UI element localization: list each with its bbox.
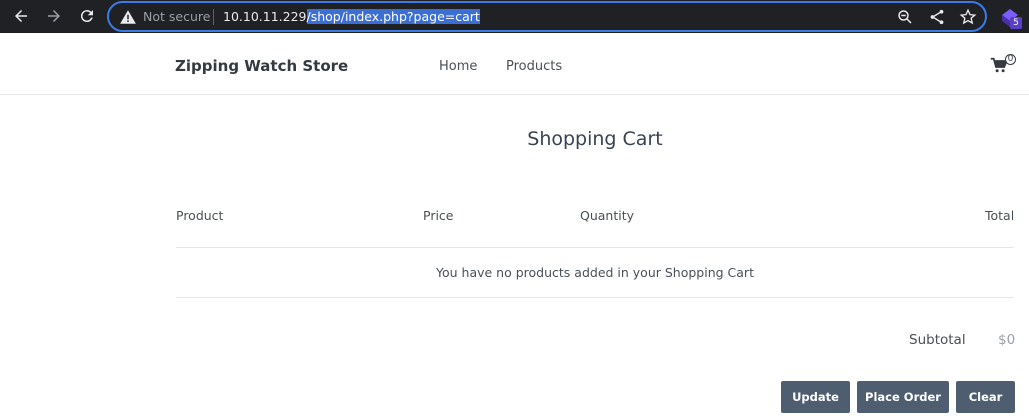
address-separator [213, 9, 214, 25]
forward-button[interactable] [43, 5, 65, 27]
column-header-quantity: Quantity [580, 208, 635, 223]
back-button[interactable] [10, 5, 32, 27]
bookmark-star-icon[interactable] [959, 8, 977, 26]
brand-logo-text[interactable]: Zipping Watch Store [175, 57, 348, 75]
page-title: Shopping Cart [527, 128, 663, 150]
zoom-icon[interactable] [896, 8, 914, 26]
url-path-selected: /shop/index.php?page=cart [306, 9, 480, 24]
address-bar[interactable]: Not secure 10.10.11.229/shop/index.php?p… [107, 1, 987, 32]
extension-badge: 5 [1010, 17, 1022, 29]
site-navbar: Zipping Watch Store Home Products 0 [0, 37, 1029, 95]
subtotal-value: $0 [998, 332, 1016, 348]
reload-icon [80, 10, 93, 23]
cart-count-badge: 0 [1005, 54, 1016, 65]
table-divider-top [176, 247, 1014, 248]
column-header-price: Price [423, 208, 454, 223]
arrow-right-icon [48, 10, 60, 22]
subtotal-label: Subtotal [909, 332, 966, 348]
browser-toolbar: Not secure 10.10.11.229/shop/index.php?p… [0, 0, 1029, 33]
share-icon[interactable] [928, 8, 946, 26]
place-order-button[interactable]: Place Order [857, 381, 949, 413]
clear-button[interactable]: Clear [956, 381, 1015, 413]
nav-link-products[interactable]: Products [506, 59, 562, 74]
warning-icon [120, 10, 136, 24]
arrow-left-icon [15, 10, 27, 22]
column-header-total: Total [985, 208, 1015, 223]
url-host: 10.10.11.229 [223, 9, 307, 24]
security-label[interactable]: Not secure [143, 8, 210, 26]
url-text[interactable]: 10.10.11.229/shop/index.php?page=cart [223, 8, 480, 26]
nav-link-home[interactable]: Home [439, 59, 477, 74]
update-button[interactable]: Update [781, 381, 850, 413]
table-divider-bottom [176, 297, 1014, 298]
column-header-product: Product [176, 208, 224, 223]
reload-button[interactable] [76, 5, 98, 27]
empty-cart-message: You have no products added in your Shopp… [436, 265, 754, 280]
